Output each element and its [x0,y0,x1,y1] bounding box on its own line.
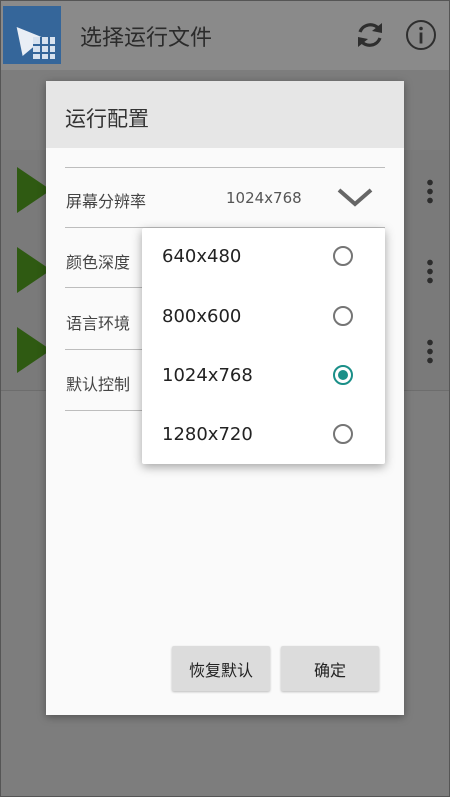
resolution-option[interactable]: 1280x720 [142,406,385,465]
option-label: 1280x720 [162,424,253,445]
refresh-icon[interactable] [356,20,384,50]
page-title: 选择运行文件 [80,26,213,51]
divider [65,167,385,168]
resolution-option[interactable]: 1024x768 [142,347,385,406]
resolution-option[interactable]: 640x480 [142,228,385,287]
chevron-down-icon[interactable] [336,185,374,209]
locale-label[interactable]: 语言环境 [66,310,130,334]
more-vert-icon[interactable] [427,258,433,284]
more-vert-icon[interactable] [427,178,433,204]
option-label: 640x480 [162,246,242,267]
resolution-dropdown: 640x480 800x600 1024x768 1280x720 [142,228,385,464]
option-label: 800x600 [162,306,242,327]
dialog-title: 运行配置 [65,107,149,131]
app-bar: 选择运行文件 [0,0,450,70]
dialog-header: 运行配置 [46,81,404,148]
reset-default-button[interactable]: 恢复默认 [172,646,270,691]
resolution-label[interactable]: 屏幕分辨率 [66,188,146,212]
confirm-button[interactable]: 确定 [281,646,379,691]
more-vert-icon[interactable] [427,338,433,364]
default-control-label[interactable]: 默认控制 [66,371,130,395]
radio-button[interactable] [333,424,353,444]
option-label: 1024x768 [162,365,253,386]
resolution-value[interactable]: 1024x768 [226,189,302,207]
app-logo-icon [3,6,61,64]
resolution-option[interactable]: 800x600 [142,288,385,347]
info-icon[interactable] [405,19,437,51]
radio-button[interactable] [333,306,353,326]
color-depth-label[interactable]: 颜色深度 [66,249,130,273]
radio-button-checked[interactable] [333,365,353,385]
radio-button[interactable] [333,246,353,266]
